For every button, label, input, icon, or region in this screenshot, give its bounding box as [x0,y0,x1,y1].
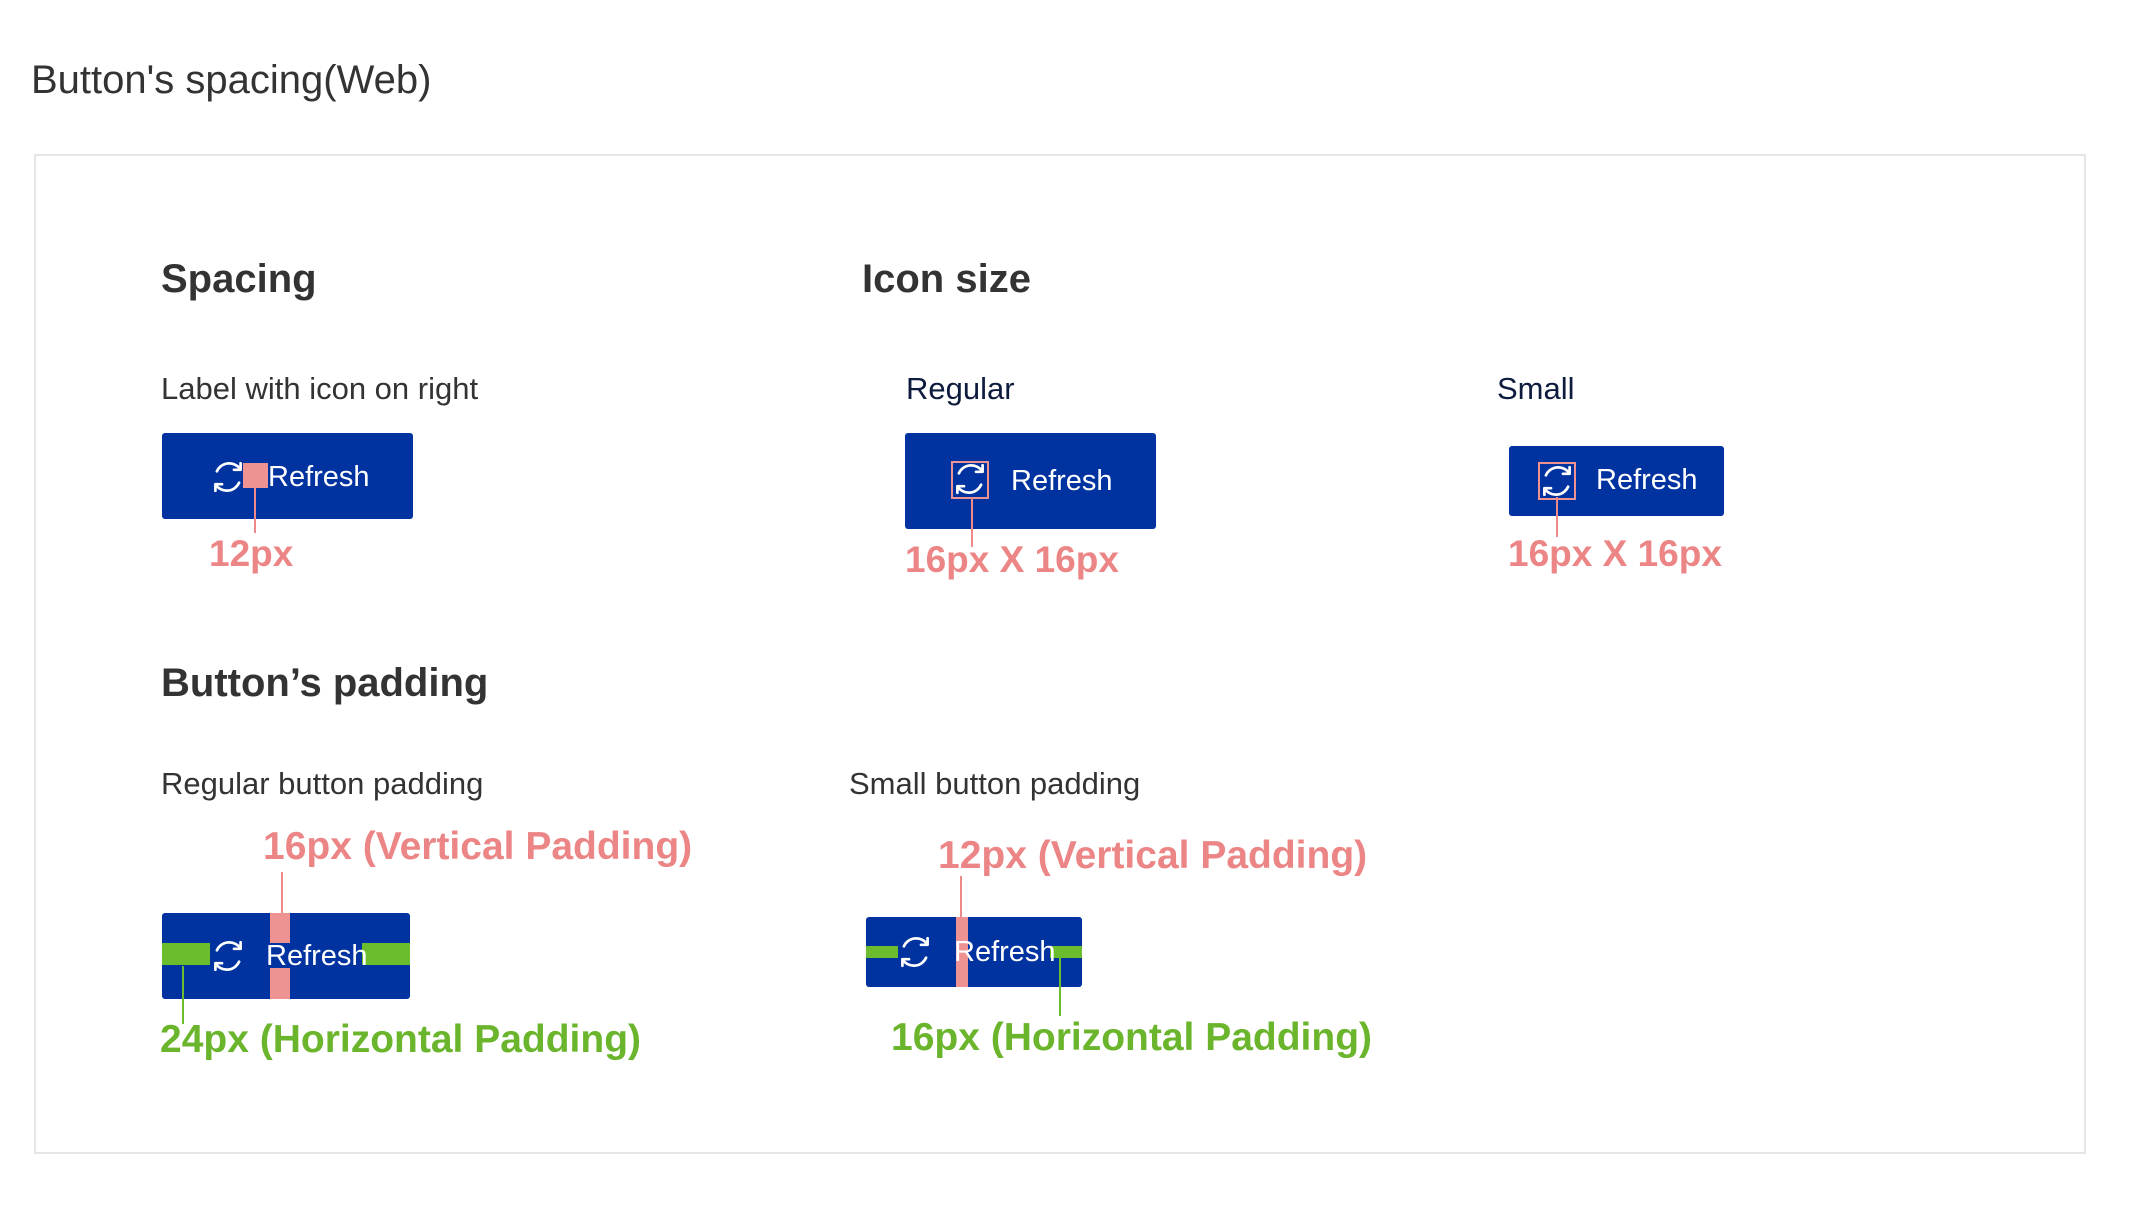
spacing-section-title: Spacing [161,257,317,301]
refresh-icon [210,459,246,495]
horizontal-padding-marker-left [162,943,210,965]
button-label: Refresh [266,940,368,972]
button-label: Refresh [1011,465,1113,497]
gap-annotation: 12px [209,533,294,574]
horizontal-padding-marker-left [866,946,898,958]
vertical-padding-marker-top [270,913,290,943]
icon-size-small-annotation: 16px X 16px [1508,533,1722,574]
spacing-subtitle: Label with icon on right [161,371,479,406]
gap-leader-line [254,488,256,533]
vertical-padding-leader-line [960,876,962,918]
horizontal-padding-marker-right [362,943,410,965]
icon-size-regular-annotation: 16px X 16px [905,539,1119,580]
button-label: Refresh [1596,464,1698,496]
icon-size-outline [1538,462,1576,500]
gap-marker [243,463,268,488]
padding-section-title: Button’s padding [161,661,489,705]
icon-size-small-subtitle: Small [1497,371,1575,406]
icon-size-leader-line [1556,497,1558,537]
icon-size-section-title: Icon size [862,257,1031,301]
spacing-example-button[interactable]: Refresh [162,433,413,519]
vertical-padding-annotation: 12px (Vertical Padding) [938,834,1368,877]
vertical-padding-leader-line [281,872,283,914]
vertical-padding-annotation: 16px (Vertical Padding) [263,825,693,868]
horizontal-padding-leader-line [182,966,184,1024]
page-title: Button's spacing(Web) [31,58,432,102]
button-label: Refresh [268,461,370,493]
icon-size-small-button[interactable]: Refresh [1509,446,1724,516]
icon-size-regular-subtitle: Regular [906,371,1015,406]
refresh-icon [897,934,933,970]
padding-regular-subtitle: Regular button padding [161,766,484,801]
padding-small-button[interactable]: Refresh [866,917,1082,987]
icon-size-regular-button[interactable]: Refresh [905,433,1156,529]
button-label: Refresh [954,936,1056,968]
horizontal-padding-annotation: 16px (Horizontal Padding) [891,1016,1373,1059]
padding-small-subtitle: Small button padding [849,766,1141,801]
refresh-icon [210,938,246,974]
icon-size-outline [951,461,989,499]
horizontal-padding-annotation: 24px (Horizontal Padding) [160,1018,642,1061]
horizontal-padding-leader-line [1059,956,1061,1016]
padding-regular-button[interactable]: Refresh [162,913,410,999]
